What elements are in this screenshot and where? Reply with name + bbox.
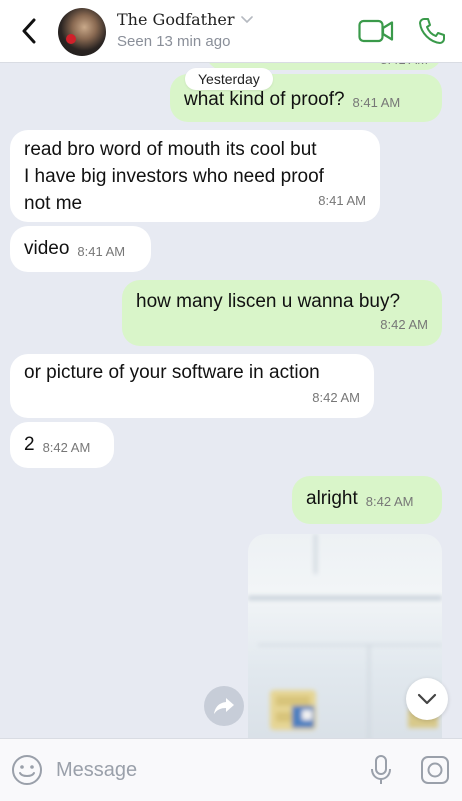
date-separator: Yesterday	[185, 68, 273, 90]
message-text: 2	[24, 434, 35, 455]
rose-graphic	[66, 34, 76, 44]
microphone-icon	[371, 755, 391, 784]
message-line: not me	[24, 193, 83, 214]
message-bubble-incoming[interactable]: 2 8:42 AM	[10, 422, 114, 468]
message-bubble-incoming[interactable]: or picture of your software in action 8:…	[10, 354, 374, 418]
message-bubble-outgoing[interactable]: how many liscen u wanna buy? 8:42 AM	[122, 280, 442, 346]
forward-arrow-icon	[214, 698, 234, 714]
message-input-bar: Message	[0, 738, 462, 801]
message-text: alright	[306, 488, 358, 509]
contact-name: The Godfather	[117, 10, 235, 29]
emoji-button[interactable]	[10, 753, 44, 787]
message-line: I have big investors who need proof	[24, 166, 324, 187]
avatar[interactable]	[58, 8, 106, 56]
chat-header: The Godfather Seen 13 min ago	[0, 0, 462, 63]
contact-name-button[interactable]: The Godfather	[117, 10, 253, 29]
microphone-button[interactable]	[364, 753, 398, 787]
message-time: 8:41 AM	[77, 244, 126, 259]
video-call-button[interactable]	[358, 14, 394, 48]
chevron-down-icon	[417, 693, 437, 705]
message-list[interactable]: 8:41 AM Yesterday what kind of proof? 8:4…	[0, 62, 462, 738]
message-text: or picture of your software in action	[24, 362, 320, 383]
camera-icon	[421, 756, 449, 784]
message-bubble-outgoing[interactable]: alright 8:42 AM	[292, 476, 442, 524]
chevron-down-icon	[240, 15, 253, 23]
back-button[interactable]	[14, 16, 44, 46]
message-bubble-incoming[interactable]: read bro word of mouth its cool but I ha…	[10, 130, 380, 222]
message-time: 8:41 AM	[380, 62, 428, 73]
message-line: read bro word of mouth its cool but	[24, 139, 317, 160]
video-camera-icon	[358, 19, 394, 43]
message-time: 8:42 AM	[380, 317, 428, 332]
message-time: 8:42 AM	[312, 390, 360, 405]
scroll-to-bottom-button[interactable]	[406, 678, 448, 720]
message-time: 8:41 AM	[318, 193, 366, 208]
camera-button[interactable]	[418, 753, 452, 787]
message-time: 8:42 AM	[365, 494, 414, 509]
message-text: what kind of proof?	[184, 89, 345, 110]
message-time: 8:42 AM	[42, 440, 91, 455]
chevron-left-icon	[22, 18, 36, 44]
message-time: 8:41 AM	[352, 95, 401, 110]
voice-call-button[interactable]	[414, 14, 450, 48]
last-seen-status: Seen 13 min ago	[117, 33, 231, 50]
message-input[interactable]: Message	[56, 759, 137, 782]
phone-icon	[419, 18, 445, 44]
message-bubble-incoming[interactable]: video 8:41 AM	[10, 226, 151, 272]
forward-button[interactable]	[204, 686, 244, 726]
message-text: video	[24, 238, 70, 259]
smiley-icon	[12, 755, 42, 785]
